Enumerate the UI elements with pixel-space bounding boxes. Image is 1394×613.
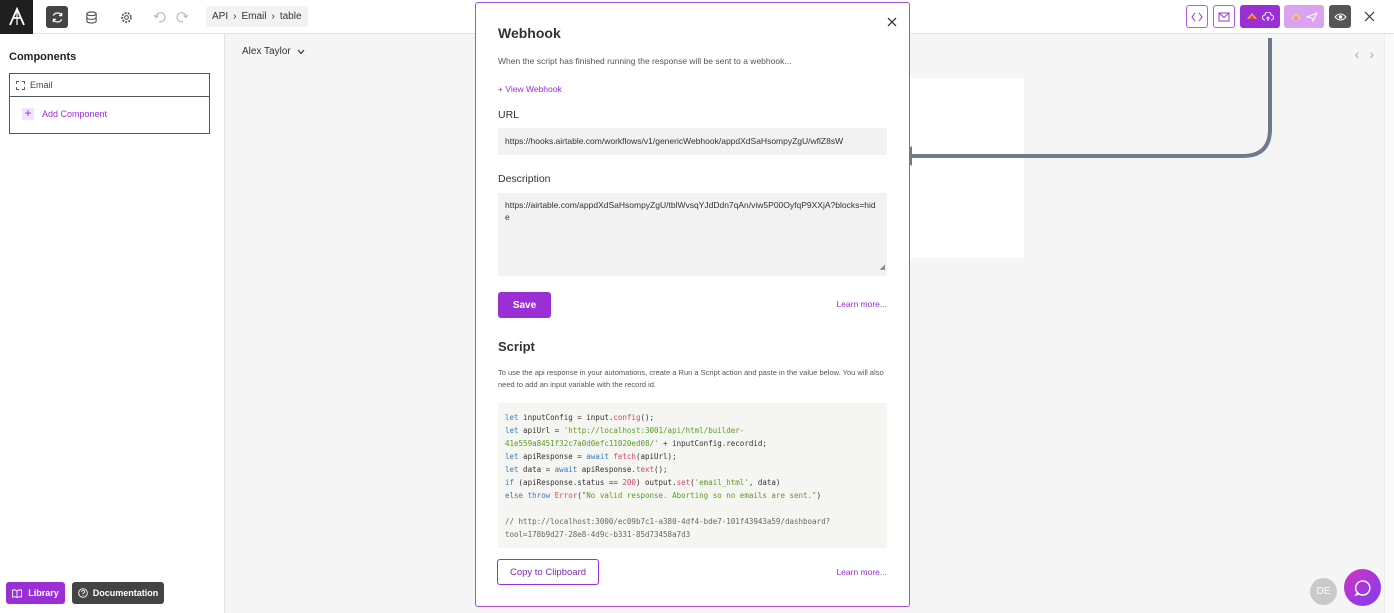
component-search-value: Email	[30, 80, 53, 90]
book-icon	[12, 588, 23, 598]
code-api-url-1: http://localhost:3001/api/html/builder-	[568, 426, 745, 435]
add-component-label: Add Component	[42, 109, 108, 119]
chevron-down-icon	[297, 49, 305, 54]
documentation-button[interactable]: Documentation	[72, 582, 164, 604]
code-view-button[interactable]	[1186, 5, 1208, 28]
modal-title: Webhook	[498, 25, 561, 41]
chevron-left-icon[interactable]: ‹	[1355, 46, 1360, 62]
sync-icon	[52, 11, 62, 23]
eye-icon	[1333, 13, 1347, 20]
settings-button[interactable]	[115, 6, 137, 28]
user-name: Alex Taylor	[242, 46, 291, 57]
script-title: Script	[498, 339, 535, 354]
gear-icon	[120, 11, 132, 23]
breadcrumb-item-table[interactable]: table	[280, 11, 302, 22]
description-textarea[interactable]: https://airtable.com/appdXdSaHsompyZgU/t…	[498, 193, 887, 276]
database-icon	[85, 10, 97, 24]
expand-icon	[16, 80, 25, 90]
user-select[interactable]: Alex Taylor	[242, 46, 305, 57]
close-icon	[887, 17, 897, 27]
resize-handle-icon[interactable]: ◢	[880, 262, 885, 274]
url-input[interactable]: https://hooks.airtable.com/workflows/v1/…	[498, 128, 887, 155]
chevron-right-icon: ›	[271, 11, 275, 22]
code-comment-2: tool=178b9d27-28e8-4d9c-b331-85d73458a7d…	[505, 530, 691, 539]
chevron-right-icon: ›	[233, 11, 237, 22]
documentation-label: Documentation	[92, 588, 159, 598]
breadcrumb-item-email[interactable]: Email	[241, 11, 266, 22]
preview-button[interactable]	[1329, 5, 1351, 28]
plus-icon: +	[22, 107, 34, 120]
code-error-message: "No valid response. Aborting so no email…	[581, 491, 817, 500]
learn-more-link[interactable]: Learn more...	[836, 299, 887, 309]
breadcrumb-item-api[interactable]: API	[212, 11, 228, 22]
code-key: 'email_html'	[694, 478, 749, 487]
redo-icon	[176, 12, 189, 23]
close-app-button[interactable]	[1360, 5, 1378, 28]
redo-button[interactable]	[171, 6, 193, 28]
breadcrumb: API › Email › table	[206, 6, 308, 27]
nav-arrows: ‹ ›	[1355, 46, 1374, 62]
script-description: To use the api response in your automati…	[498, 368, 884, 389]
database-button[interactable]	[80, 6, 102, 28]
avatar[interactable]: DE	[1310, 578, 1337, 605]
webhook-modal: Webhook When the script has finished run…	[475, 2, 910, 607]
vertical-scrollbar[interactable]	[1384, 34, 1394, 613]
sidebar-title: Components	[9, 51, 77, 63]
code-comment-1: // http://localhost:3000/ec09b7c1-a380-4…	[505, 517, 831, 526]
undo-icon	[153, 12, 166, 23]
logo-icon	[8, 7, 25, 26]
cloud-upload-icon	[1262, 11, 1274, 21]
close-modal-button[interactable]	[887, 14, 897, 31]
app-logo[interactable]	[0, 0, 33, 34]
save-button[interactable]: Save	[498, 292, 551, 318]
library-button[interactable]: Library	[6, 582, 65, 604]
sync-button[interactable]	[46, 6, 68, 28]
send-button[interactable]	[1284, 5, 1324, 28]
modal-subtitle: When the script has finished running the…	[498, 56, 792, 66]
code-api-url-2: 41e559a8451f32c7a0d0efc11020ed08/'	[505, 439, 659, 448]
script-code-block[interactable]: let inputConfig = input.config(); let ap…	[498, 403, 887, 548]
description-label: Description	[498, 173, 551, 185]
add-component-button[interactable]: + Add Component	[22, 107, 108, 120]
copy-to-clipboard-button[interactable]: Copy to Clipboard	[497, 559, 599, 585]
code-icon	[1191, 12, 1203, 21]
library-label: Library	[28, 588, 59, 598]
annotation-arrow-icon	[898, 38, 1272, 166]
send-icon	[1306, 11, 1318, 22]
component-panel: Email + Add Component	[9, 73, 210, 134]
help-icon	[77, 588, 88, 598]
component-search-input[interactable]: Email	[10, 74, 209, 97]
view-webhook-link[interactable]: + View Webhook	[498, 84, 562, 94]
url-label: URL	[498, 109, 520, 121]
publish-button[interactable]	[1240, 5, 1280, 28]
undo-button[interactable]	[149, 6, 171, 28]
description-value: https://airtable.com/appdXdSaHsompyZgU/t…	[505, 200, 876, 222]
email-button[interactable]	[1213, 5, 1235, 28]
close-icon	[1364, 11, 1374, 22]
chat-icon	[1353, 579, 1371, 596]
learn-more-link-2[interactable]: Learn more...	[836, 567, 887, 577]
colorful-logo-icon	[1291, 12, 1301, 19]
mail-icon	[1218, 12, 1230, 21]
chevron-right-icon[interactable]: ›	[1369, 46, 1374, 62]
sidebar: Components Email + Add Component Library…	[0, 34, 225, 613]
chat-button[interactable]	[1344, 569, 1381, 606]
colorful-logo-icon	[1247, 12, 1257, 19]
